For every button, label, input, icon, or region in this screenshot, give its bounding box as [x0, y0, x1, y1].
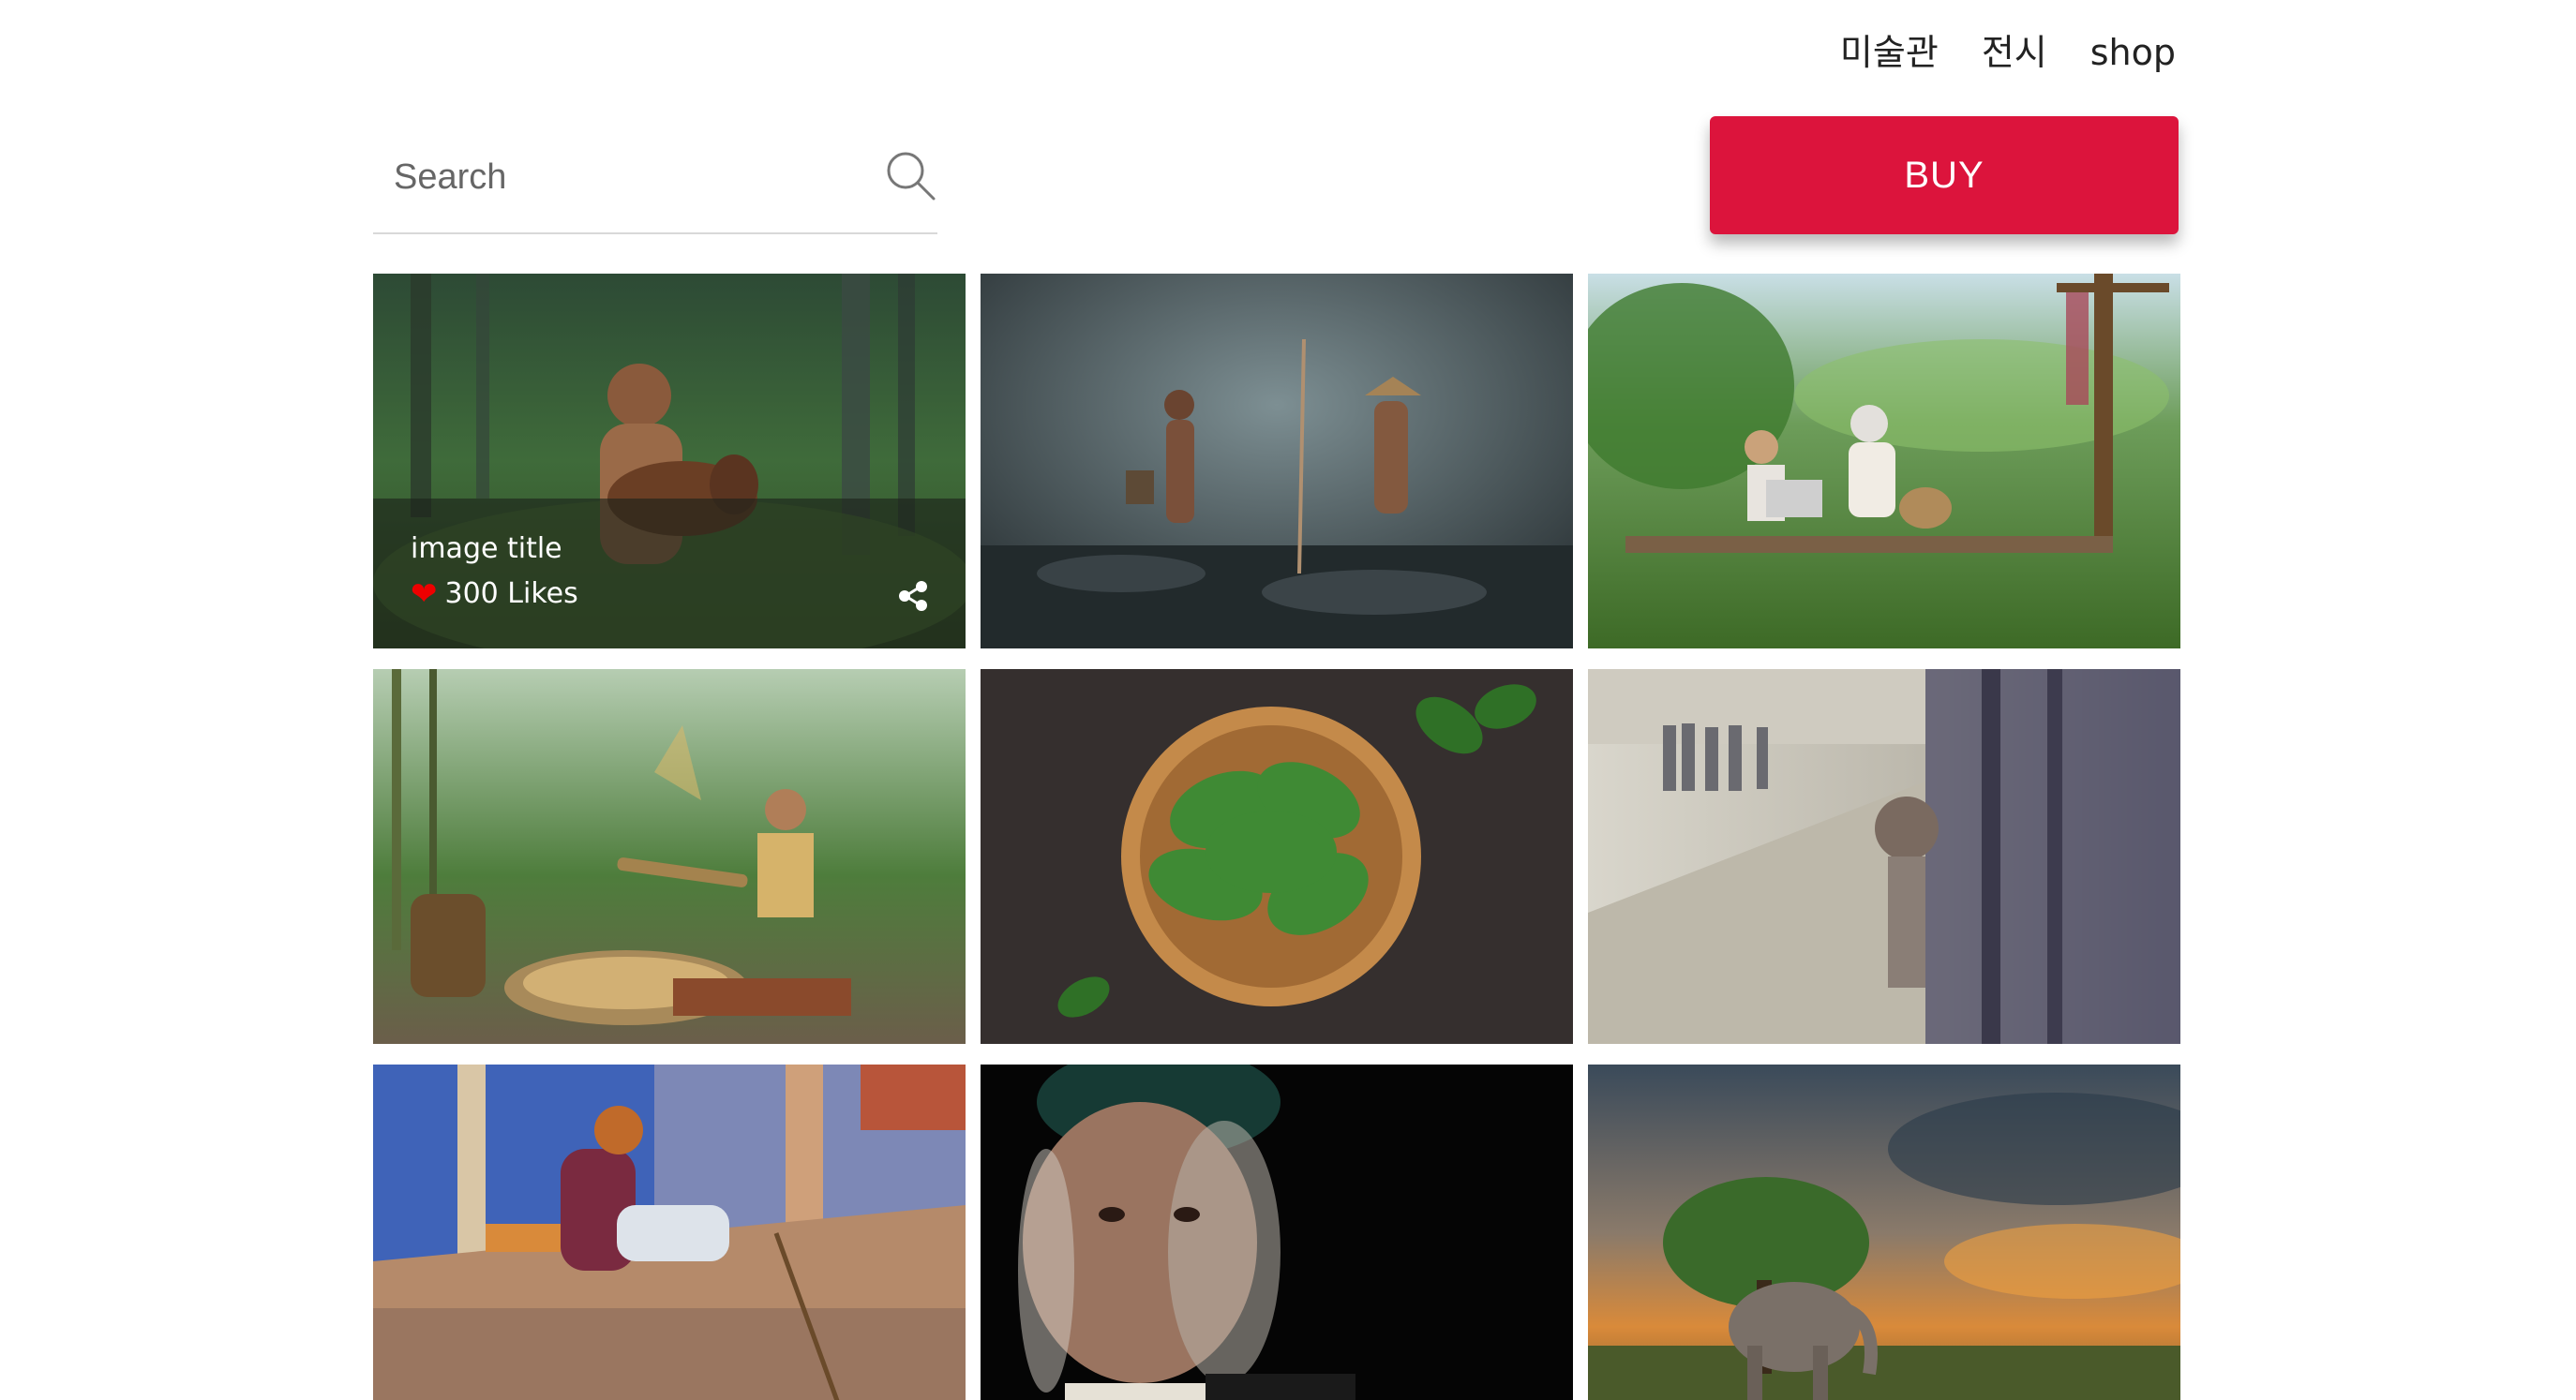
likes-counter[interactable]: ❤ 300 Likes: [411, 577, 578, 610]
gallery-tile-boy-with-goat[interactable]: image title ❤ 300 Likes: [373, 274, 966, 648]
grandmother-laptop-image: [1588, 274, 2180, 648]
gallery-tile-grandmother-laptop[interactable]: [1588, 274, 2180, 648]
buy-button[interactable]: BUY: [1710, 116, 2179, 234]
gallery-tile-man-on-steps[interactable]: [373, 1065, 966, 1400]
woman-winnowing-image: [373, 669, 966, 1044]
gallery-tile-woman-winnowing[interactable]: [373, 669, 966, 1044]
gallery-tile-spinach-bowl[interactable]: [981, 669, 1573, 1044]
search-bar: [373, 127, 937, 234]
top-navigation: 미술관 전시 shop: [1840, 28, 2176, 77]
elephant-sunset-image: [1588, 1065, 2180, 1400]
likes-label: 300 Likes: [444, 577, 578, 610]
spinach-bowl-image: [981, 669, 1573, 1044]
gallery-tile-man-by-wall[interactable]: [1588, 669, 2180, 1044]
search-icon[interactable]: [883, 148, 937, 202]
nav-item-shop[interactable]: shop: [2090, 28, 2176, 77]
gallery-tile-boys-fishing[interactable]: [981, 274, 1573, 648]
share-icon[interactable]: [896, 579, 930, 613]
gallery-page: 미술관 전시 shop BUY: [0, 0, 2576, 1400]
image-title: image title: [411, 532, 562, 565]
search-input[interactable]: [392, 148, 864, 206]
gallery-tile-elderly-woman-portrait[interactable]: [981, 1065, 1573, 1400]
man-by-wall-image: [1588, 669, 2180, 1044]
man-on-steps-image: [373, 1065, 966, 1400]
elderly-woman-portrait-image: [981, 1065, 1573, 1400]
nav-item-exhibition[interactable]: 전시: [1982, 28, 2047, 77]
gallery-tile-elephant-sunset[interactable]: [1588, 1065, 2180, 1400]
image-gallery: image title ❤ 300 Likes: [373, 274, 2180, 1400]
nav-item-museum[interactable]: 미술관: [1840, 28, 1939, 77]
image-info-overlay: image title ❤ 300 Likes: [373, 499, 966, 648]
boys-fishing-image: [981, 274, 1573, 648]
heart-icon[interactable]: ❤: [411, 578, 438, 610]
